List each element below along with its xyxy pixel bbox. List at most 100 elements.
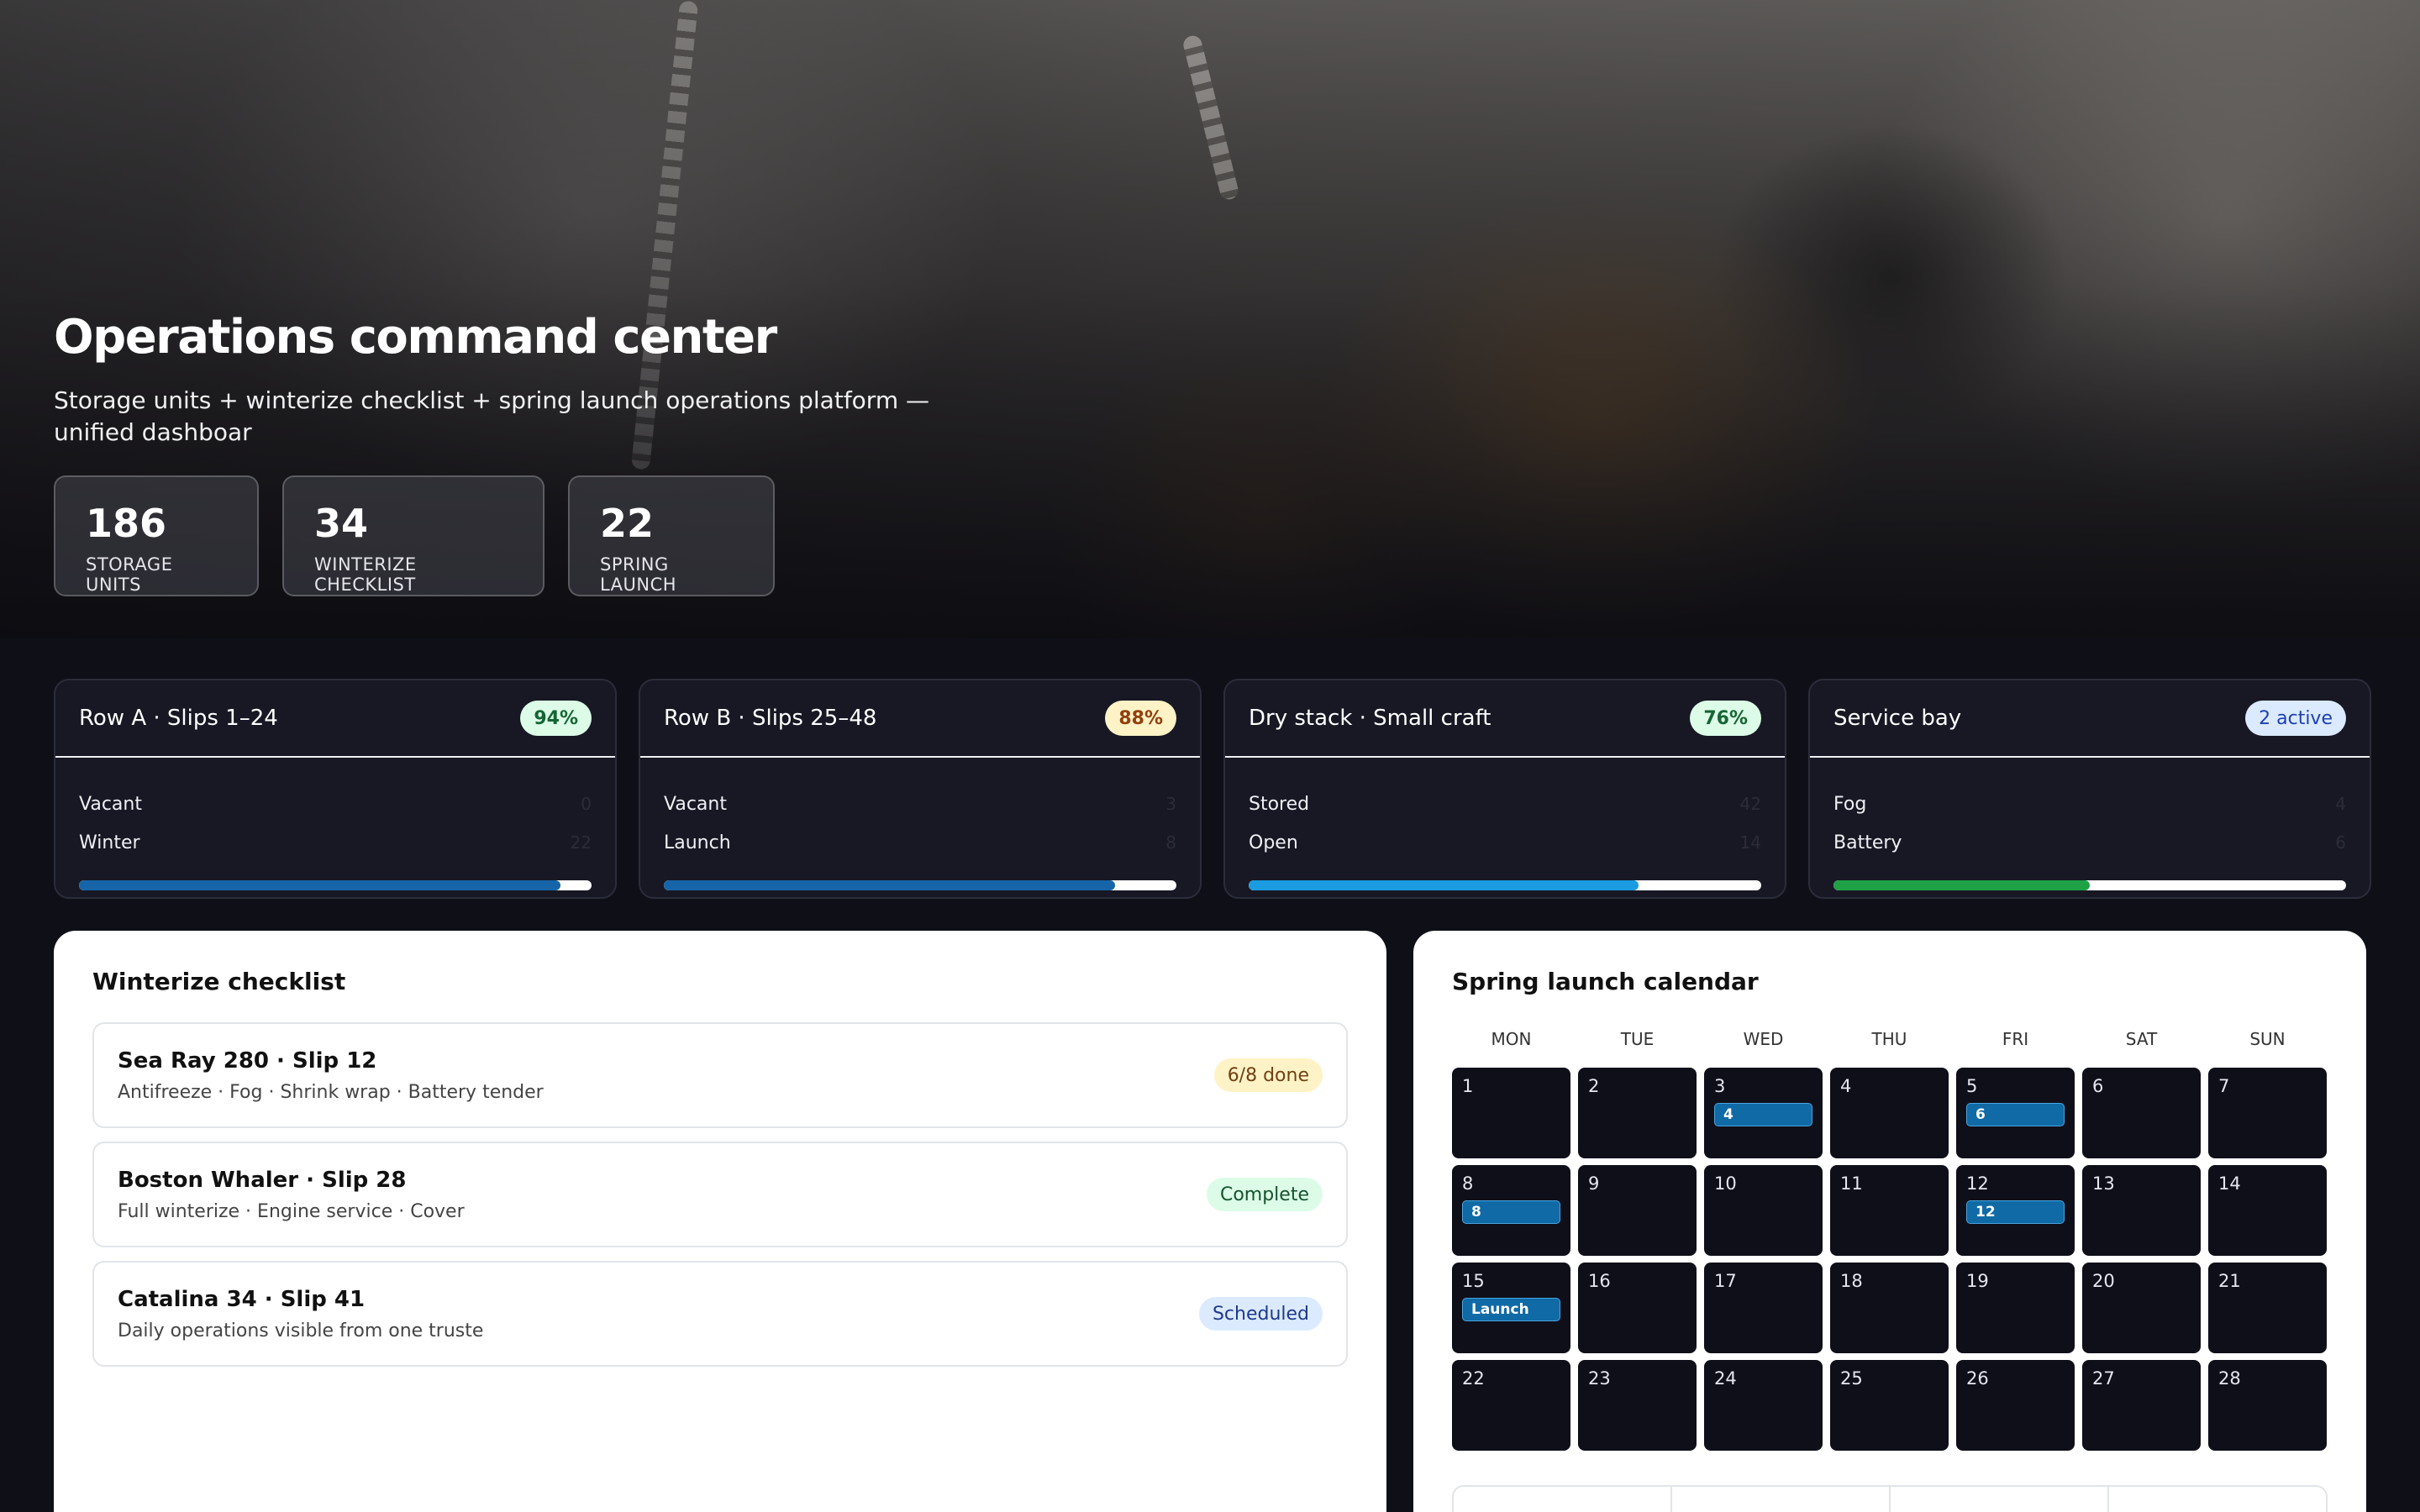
calendar-day[interactable]: 15 Launch xyxy=(1452,1263,1570,1353)
day-number: 4 xyxy=(1840,1076,1852,1096)
zone-stat-row: Vacant 0 xyxy=(79,785,592,823)
vessel-name: Boston Whaler · Slip 28 xyxy=(118,1167,407,1193)
calendar-day[interactable]: 19 xyxy=(1956,1263,2075,1353)
day-number: 22 xyxy=(1462,1368,1485,1389)
calendar-footer-cell xyxy=(2109,1487,2326,1512)
zone-stat-label: Stored xyxy=(1249,793,1310,815)
day-number: 6 xyxy=(2092,1076,2104,1096)
day-number: 16 xyxy=(1588,1271,1611,1291)
zone-stat-value: 3 xyxy=(1165,794,1176,814)
calendar-event[interactable]: 6 xyxy=(1966,1103,2065,1126)
task-summary: Daily operations visible from one truste xyxy=(118,1320,484,1341)
zone-stat-value: 6 xyxy=(2335,832,2346,853)
stat-value: 186 xyxy=(86,501,167,546)
checklist-item[interactable]: Boston Whaler · Slip 28 Full winterize ·… xyxy=(92,1142,1348,1247)
task-summary: Antifreeze · Fog · Shrink wrap · Battery… xyxy=(118,1081,544,1103)
calendar-day[interactable]: 24 xyxy=(1704,1360,1823,1451)
checklist-item[interactable]: Sea Ray 280 · Slip 12 Antifreeze · Fog ·… xyxy=(92,1022,1348,1128)
zone-title: Row B · Slips 25–48 xyxy=(664,706,877,731)
zone-stat-row: Stored 42 xyxy=(1249,785,1761,823)
zone-stat-label: Open xyxy=(1249,832,1298,853)
day-number: 7 xyxy=(2218,1076,2230,1096)
day-number: 26 xyxy=(1966,1368,1989,1389)
calendar-day[interactable]: 4 xyxy=(1830,1068,1949,1158)
day-number: 2 xyxy=(1588,1076,1600,1096)
calendar-day[interactable]: 34 xyxy=(1704,1068,1823,1158)
calendar-day[interactable]: 1 xyxy=(1452,1068,1570,1158)
day-number: 21 xyxy=(2218,1271,2241,1291)
calendar-event[interactable]: 12 xyxy=(1966,1200,2065,1224)
day-number: 18 xyxy=(1840,1271,1863,1291)
stat-label: SPRING LAUNCH xyxy=(600,554,677,595)
zone-card-header: Dry stack · Small craft 76% xyxy=(1225,680,1785,758)
stat-card-storage-units[interactable]: 186 STORAGE UNITS xyxy=(54,475,259,596)
calendar-day[interactable]: 27 xyxy=(2082,1360,2201,1451)
calendar-day[interactable]: 9 xyxy=(1578,1165,1697,1256)
vessel-name: Sea Ray 280 · Slip 12 xyxy=(118,1047,377,1074)
calendar-day[interactable]: 11 xyxy=(1830,1165,1949,1256)
zone-stat-label: Fog xyxy=(1833,793,1867,815)
zone-stat-value: 8 xyxy=(1165,832,1176,853)
task-summary: Full winterize · Engine service · Cover xyxy=(118,1200,465,1222)
spring-launch-calendar-panel: Spring launch calendar MON TUE WED THU FRI SA… xyxy=(1413,931,2366,1512)
calendar-day[interactable]: 22 xyxy=(1452,1360,1570,1451)
zone-stat-row: Winter 22 xyxy=(79,823,592,862)
calendar-day[interactable]: 88 xyxy=(1452,1165,1570,1256)
zone-card-row-a[interactable]: Row A · Slips 1–24 94% Vacant 0 Winter 22 xyxy=(54,679,617,899)
calendar-day[interactable]: 12 12 xyxy=(1956,1165,2075,1256)
day-number: 14 xyxy=(2218,1173,2241,1194)
stat-cards: 186 STORAGE UNITS 34 WINTERIZE CHECKLIST… xyxy=(54,475,775,596)
calendar-day[interactable]: 16 xyxy=(1578,1263,1697,1353)
zone-title: Service bay xyxy=(1833,706,1962,731)
calendar-day[interactable]: 14 xyxy=(2208,1165,2327,1256)
calendar-day[interactable]: 17 xyxy=(1704,1263,1823,1353)
zone-stat-value: 42 xyxy=(1739,794,1761,814)
calendar-footer-cell xyxy=(1454,1487,1672,1512)
calendar-day[interactable]: 21 xyxy=(2208,1263,2327,1353)
day-number: 27 xyxy=(2092,1368,2115,1389)
zone-title: Dry stack · Small craft xyxy=(1249,706,1491,731)
stat-card-winterize-checklist[interactable]: 34 WINTERIZE CHECKLIST xyxy=(282,475,544,596)
zone-stat-row: Battery 6 xyxy=(1833,823,2346,862)
day-number: 20 xyxy=(2092,1271,2115,1291)
occupancy-bar xyxy=(1833,880,2346,890)
calendar-day[interactable]: 6 xyxy=(2082,1068,2201,1158)
calendar-day[interactable]: 13 xyxy=(2082,1165,2201,1256)
calendar-day[interactable]: 56 xyxy=(1956,1068,2075,1158)
calendar-day[interactable]: 10 xyxy=(1704,1165,1823,1256)
calendar-day[interactable]: 23 xyxy=(1578,1360,1697,1451)
calendar-event[interactable]: 4 xyxy=(1714,1103,1812,1126)
winterize-checklist-panel: Winterize checklist Sea Ray 280 · Slip 1… xyxy=(54,931,1386,1512)
stat-label: WINTERIZE CHECKLIST xyxy=(314,554,417,595)
status-badge: Scheduled xyxy=(1198,1297,1323,1331)
zone-card-row-b[interactable]: Row B · Slips 25–48 88% Vacant 3 Launch 8 xyxy=(639,679,1202,899)
zone-card-service-bay[interactable]: Service bay 2 active Fog 4 Battery 6 xyxy=(1808,679,2371,899)
calendar-event[interactable]: Launch xyxy=(1462,1298,1560,1321)
day-number: 8 xyxy=(1462,1173,1474,1194)
calendar-day[interactable]: 2 xyxy=(1578,1068,1697,1158)
occupancy-bar xyxy=(79,880,592,890)
zone-card-dry-stack[interactable]: Dry stack · Small craft 76% Stored 42 Ope… xyxy=(1223,679,1786,899)
stat-card-spring-launch[interactable]: 22 SPRING LAUNCH xyxy=(568,475,775,596)
zone-title: Row A · Slips 1–24 xyxy=(79,706,278,731)
calendar-day[interactable]: 18 xyxy=(1830,1263,1949,1353)
day-number: 9 xyxy=(1588,1173,1600,1194)
calendar-day[interactable]: 20 xyxy=(2082,1263,2201,1353)
day-number: 11 xyxy=(1840,1173,1863,1194)
status-badge: 6/8 done xyxy=(1213,1058,1323,1092)
calendar-day[interactable]: 25 xyxy=(1830,1360,1949,1451)
day-number: 1 xyxy=(1462,1076,1474,1096)
calendar-event[interactable]: 8 xyxy=(1462,1200,1560,1224)
calendar-footer xyxy=(1452,1485,2328,1512)
calendar-day[interactable]: 28 xyxy=(2208,1360,2327,1451)
calendar-day[interactable]: 7 xyxy=(2208,1068,2327,1158)
occupancy-badge: 88% xyxy=(1105,701,1176,736)
day-number: 15 xyxy=(1462,1271,1485,1291)
zone-stat-row: Launch 8 xyxy=(664,823,1176,862)
day-number: 24 xyxy=(1714,1368,1737,1389)
checklist-item[interactable]: Catalina 34 · Slip 41 Daily operations v… xyxy=(92,1261,1348,1367)
zone-stat-label: Vacant xyxy=(79,793,142,815)
calendar-day[interactable]: 26 xyxy=(1956,1360,2075,1451)
stat-value: 22 xyxy=(600,501,655,546)
day-number: 19 xyxy=(1966,1271,1989,1291)
